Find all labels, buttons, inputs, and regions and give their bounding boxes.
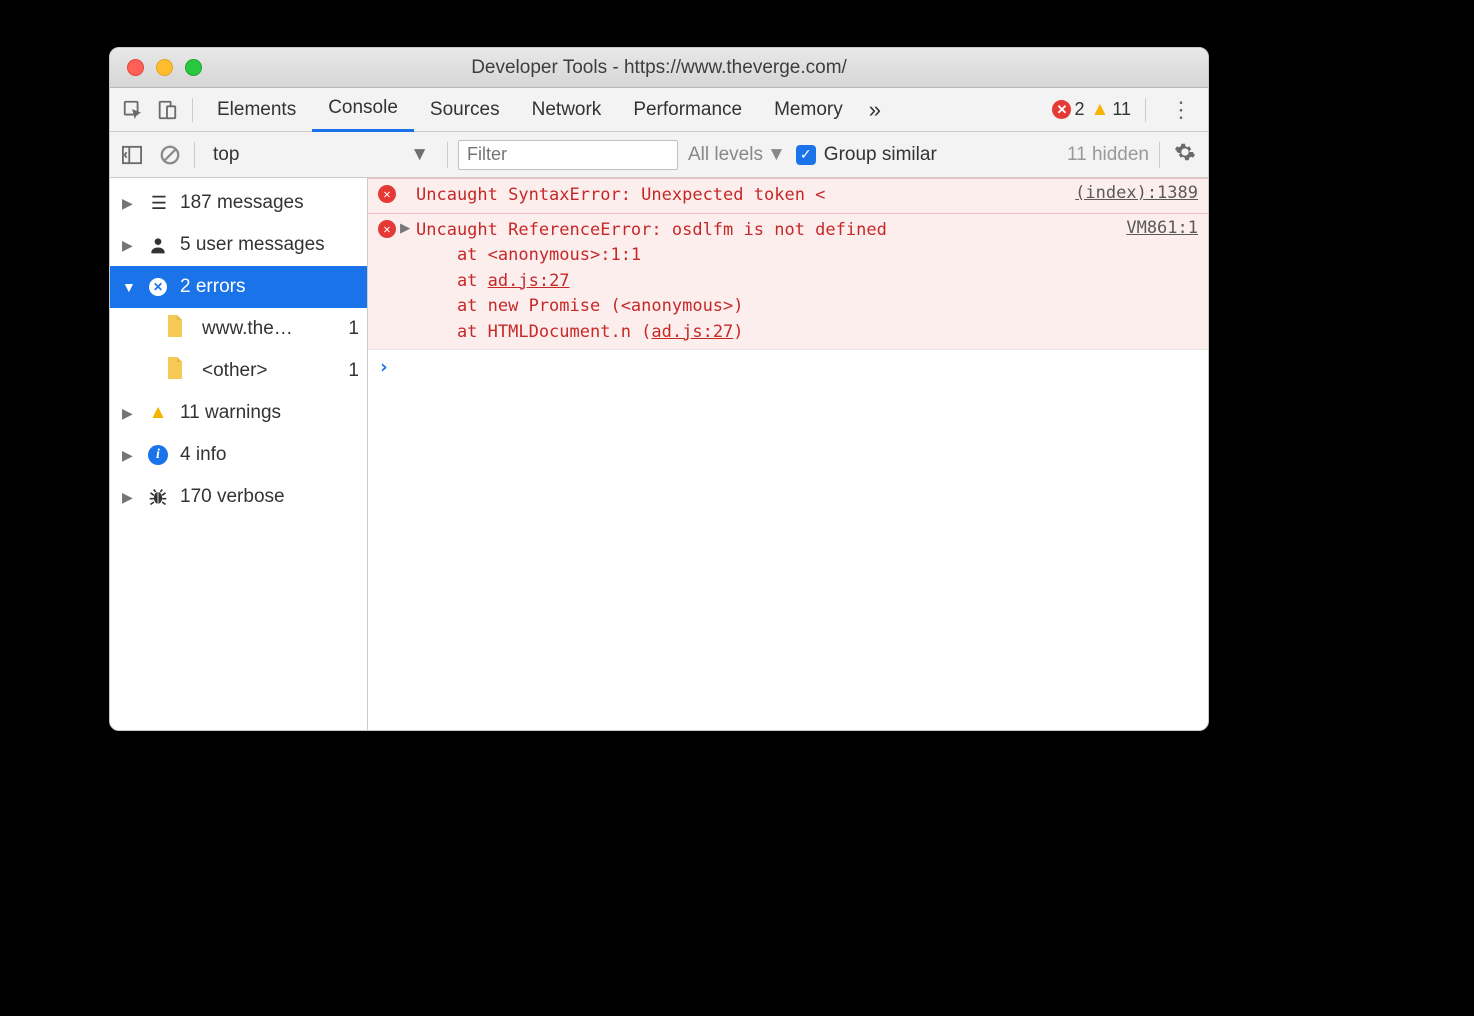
titlebar: Developer Tools - https://www.theverge.c… — [110, 48, 1208, 88]
divider — [194, 142, 195, 168]
hidden-count-label[interactable]: 11 hidden — [1067, 144, 1149, 166]
divider — [1145, 98, 1146, 122]
console-settings-icon[interactable] — [1170, 141, 1200, 169]
chevron-down-icon: ▼ — [767, 144, 786, 166]
console-prompt[interactable]: › — [368, 349, 1208, 384]
tab-sources[interactable]: Sources — [414, 88, 516, 132]
error-icon: ✕ — [1052, 100, 1071, 119]
info-icon: i — [146, 445, 170, 465]
divider — [1159, 142, 1160, 168]
error-count-badge[interactable]: ✕ 2 — [1052, 99, 1084, 120]
prompt-icon: › — [378, 356, 389, 378]
file-icon — [166, 315, 184, 343]
log-source-link[interactable]: (index):1389 — [1075, 183, 1198, 209]
warning-count: 11 — [1112, 99, 1131, 120]
sidebar-item-verbose[interactable]: ▶ 170 verbose — [110, 476, 367, 518]
sidebar-error-source[interactable]: www.the… 1 — [110, 308, 367, 350]
person-icon — [146, 235, 170, 255]
devtools-menu-button[interactable]: ⋮ — [1160, 97, 1202, 123]
sidebar-item-warnings[interactable]: ▶ ▲ 11 warnings — [110, 392, 367, 434]
warning-icon: ▲ — [146, 402, 170, 424]
tab-network[interactable]: Network — [516, 88, 618, 132]
sidebar-item-user-messages[interactable]: ▶ 5 user messages — [110, 224, 367, 266]
context-selector[interactable]: top ▼ — [205, 144, 437, 166]
console-toolbar: top ▼ All levels ▼ ✓ Group similar 11 hi… — [110, 132, 1208, 178]
console-log-pane: ✕ Uncaught SyntaxError: Unexpected token… — [368, 178, 1208, 730]
warning-count-badge[interactable]: ▲ 11 — [1091, 99, 1132, 121]
source-label: <other> — [202, 360, 338, 382]
spacer — [400, 183, 416, 209]
tabs-overflow-button[interactable]: » — [859, 97, 891, 123]
tab-performance[interactable]: Performance — [617, 88, 758, 132]
sidebar-error-source[interactable]: <other> 1 — [110, 350, 367, 392]
sidebar-item-label: 2 errors — [180, 276, 245, 298]
expand-icon: ▶ — [122, 237, 136, 254]
levels-label: All levels — [688, 144, 763, 166]
console-sidebar: ▶ ☰ 187 messages ▶ 5 user messages ▼ ✕ 2… — [110, 178, 368, 730]
bug-icon — [146, 487, 170, 507]
source-count: 1 — [348, 360, 359, 382]
window-title: Developer Tools - https://www.theverge.c… — [110, 57, 1208, 79]
warning-icon: ▲ — [1091, 99, 1110, 121]
device-toolbar-icon[interactable] — [150, 93, 184, 127]
devtools-tabbar: Elements Console Sources Network Perform… — [110, 88, 1208, 132]
error-count: 2 — [1074, 99, 1084, 120]
source-label: www.the… — [202, 318, 338, 340]
divider — [447, 142, 448, 168]
filter-input[interactable] — [458, 140, 678, 170]
sidebar-item-errors[interactable]: ▼ ✕ 2 errors — [110, 266, 367, 308]
log-error-row[interactable]: ✕ ▶ Uncaught ReferenceError: osdlfm is n… — [368, 213, 1208, 350]
context-label: top — [213, 144, 239, 166]
collapse-icon: ▼ — [122, 279, 136, 295]
devtools-window: Developer Tools - https://www.theverge.c… — [109, 47, 1209, 731]
error-icon: ✕ — [378, 218, 400, 238]
tab-console[interactable]: Console — [312, 88, 414, 132]
log-message: Uncaught ReferenceError: osdlfm is not d… — [416, 218, 1126, 346]
sidebar-item-label: 187 messages — [180, 192, 304, 214]
sidebar-item-label: 5 user messages — [180, 234, 325, 256]
group-similar-checkbox[interactable]: ✓ Group similar — [796, 144, 937, 166]
console-main: ▶ ☰ 187 messages ▶ 5 user messages ▼ ✕ 2… — [110, 178, 1208, 730]
sidebar-item-label: 4 info — [180, 444, 226, 466]
sidebar-item-label: 170 verbose — [180, 486, 285, 508]
group-similar-label: Group similar — [824, 144, 937, 166]
file-icon — [166, 357, 184, 385]
list-icon: ☰ — [146, 193, 170, 214]
chevron-down-icon: ▼ — [410, 144, 429, 166]
log-source-link[interactable]: VM861:1 — [1126, 218, 1198, 238]
toggle-sidebar-icon[interactable] — [118, 145, 146, 165]
log-message: Uncaught SyntaxError: Unexpected token < — [416, 183, 1075, 209]
divider — [192, 98, 193, 122]
checkbox-checked-icon: ✓ — [796, 145, 816, 165]
tab-elements[interactable]: Elements — [201, 88, 312, 132]
inspect-element-icon[interactable] — [116, 93, 150, 127]
sidebar-item-messages[interactable]: ▶ ☰ 187 messages — [110, 182, 367, 224]
sidebar-item-info[interactable]: ▶ i 4 info — [110, 434, 367, 476]
error-icon: ✕ — [378, 183, 400, 209]
source-count: 1 — [348, 318, 359, 340]
stack-link[interactable]: ad.js:27 — [651, 322, 733, 342]
sidebar-item-label: 11 warnings — [180, 402, 281, 424]
expand-icon: ▶ — [122, 405, 136, 422]
expand-icon: ▶ — [122, 489, 136, 506]
stack-link[interactable]: ad.js:27 — [488, 271, 570, 291]
tab-memory[interactable]: Memory — [758, 88, 859, 132]
clear-console-icon[interactable] — [156, 144, 184, 166]
expand-icon: ▶ — [122, 195, 136, 212]
log-error-row[interactable]: ✕ Uncaught SyntaxError: Unexpected token… — [368, 178, 1208, 213]
expand-icon: ▶ — [122, 447, 136, 464]
error-icon: ✕ — [146, 278, 170, 296]
expand-icon[interactable]: ▶ — [400, 218, 416, 238]
log-levels-selector[interactable]: All levels ▼ — [688, 144, 786, 166]
